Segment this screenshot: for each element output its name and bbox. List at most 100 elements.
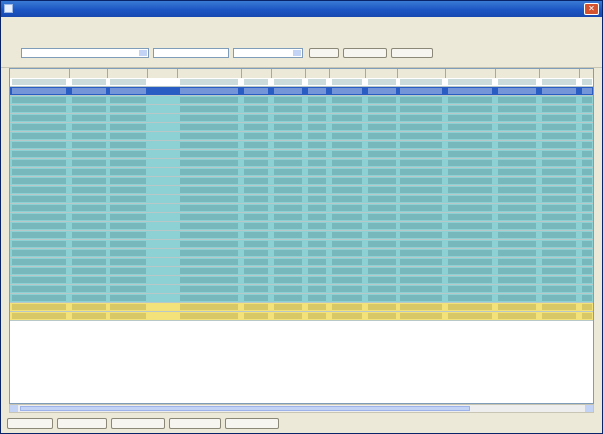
table-row[interactable]	[10, 240, 593, 249]
table-cell	[72, 250, 106, 256]
menu-item[interactable]	[5, 18, 27, 26]
table-cell	[498, 295, 536, 301]
table-row[interactable]	[10, 177, 593, 186]
table-row[interactable]	[10, 96, 593, 105]
table-row[interactable]	[10, 114, 593, 123]
filter-input-2[interactable]	[153, 48, 229, 58]
menu-item[interactable]	[29, 18, 47, 26]
table-cell	[448, 115, 492, 121]
table-cell	[274, 241, 302, 247]
table-cell	[308, 295, 326, 301]
table-row[interactable]	[10, 186, 593, 195]
close-icon: ✕	[588, 4, 595, 13]
table-row[interactable]	[10, 204, 593, 213]
table-cell	[332, 250, 362, 256]
column-header[interactable]	[272, 69, 306, 78]
table-cell	[244, 178, 268, 184]
table-cell	[542, 232, 576, 238]
table-cell	[448, 169, 492, 175]
table-cell	[582, 169, 592, 175]
scroll-right-icon[interactable]	[585, 405, 593, 412]
column-header[interactable]	[398, 69, 446, 78]
table-row[interactable]	[10, 105, 593, 114]
column-header[interactable]	[148, 69, 178, 78]
table-cell	[332, 214, 362, 220]
footer-button-1[interactable]	[7, 418, 53, 429]
column-header[interactable]	[108, 69, 148, 78]
menu-item[interactable]	[51, 18, 87, 26]
search-button[interactable]	[309, 48, 339, 58]
menu-item[interactable]	[235, 18, 255, 26]
footer-button-2[interactable]	[57, 418, 107, 429]
column-header[interactable]	[242, 69, 272, 78]
table-row[interactable]	[10, 213, 593, 222]
table-row[interactable]	[10, 132, 593, 141]
column-header[interactable]	[496, 69, 540, 78]
table-row[interactable]	[10, 78, 593, 87]
table-cell	[244, 214, 268, 220]
horizontal-scrollbar[interactable]	[9, 404, 594, 413]
column-header[interactable]	[540, 69, 580, 78]
table-row[interactable]	[10, 294, 593, 303]
menu-item[interactable]	[209, 18, 231, 26]
export-button[interactable]	[391, 48, 433, 58]
table-cell	[400, 124, 442, 130]
table-cell	[12, 295, 66, 301]
table-cell	[332, 268, 362, 274]
menu-item[interactable]	[91, 18, 125, 26]
table-cell	[110, 187, 146, 193]
table-cell	[368, 277, 396, 283]
table-cell	[368, 232, 396, 238]
table-cell	[332, 151, 362, 157]
column-header[interactable]	[70, 69, 108, 78]
table-row[interactable]	[10, 150, 593, 159]
table-cell	[72, 205, 106, 211]
footer-button-5[interactable]	[225, 418, 279, 429]
table-cell	[498, 79, 536, 85]
menu-item[interactable]	[169, 18, 205, 26]
menu-item[interactable]	[129, 18, 165, 26]
tab-3[interactable]	[85, 28, 125, 37]
table-row[interactable]	[10, 267, 593, 276]
footer-button-3[interactable]	[111, 418, 165, 429]
table-row[interactable]	[10, 141, 593, 150]
table-cell	[244, 133, 268, 139]
close-button[interactable]: ✕	[584, 3, 599, 15]
tab-2[interactable]	[43, 28, 83, 37]
table-row[interactable]	[10, 159, 593, 168]
scroll-left-icon[interactable]	[10, 405, 18, 412]
clear-button[interactable]	[343, 48, 387, 58]
table-row[interactable]	[10, 87, 593, 96]
column-header[interactable]	[446, 69, 496, 78]
table-row[interactable]	[10, 222, 593, 231]
footer-button-4[interactable]	[169, 418, 221, 429]
table-row[interactable]	[10, 276, 593, 285]
table-cell	[542, 133, 576, 139]
table-cell	[72, 259, 106, 265]
filter-dropdown-3[interactable]	[233, 48, 303, 58]
title-bar[interactable]: ✕	[1, 1, 602, 17]
table-cell	[368, 133, 396, 139]
table-row[interactable]	[10, 258, 593, 267]
table-row[interactable]	[10, 303, 593, 312]
table-cell	[498, 169, 536, 175]
column-header[interactable]	[306, 69, 330, 78]
table-row[interactable]	[10, 123, 593, 132]
table-row[interactable]	[10, 195, 593, 204]
table-row[interactable]	[10, 249, 593, 258]
column-header[interactable]	[10, 69, 70, 78]
table-row[interactable]	[10, 168, 593, 177]
table-row[interactable]	[10, 231, 593, 240]
tab-1[interactable]	[7, 28, 41, 37]
column-header[interactable]	[366, 69, 398, 78]
table-cell	[244, 160, 268, 166]
table-row[interactable]	[10, 285, 593, 294]
scroll-thumb[interactable]	[20, 406, 470, 411]
column-header[interactable]	[178, 69, 242, 78]
tab-4[interactable]	[127, 28, 179, 37]
table-cell	[72, 223, 106, 229]
data-grid[interactable]	[9, 68, 594, 404]
table-row[interactable]	[10, 312, 593, 321]
column-header[interactable]	[330, 69, 366, 78]
filter-dropdown-1[interactable]	[21, 48, 149, 58]
